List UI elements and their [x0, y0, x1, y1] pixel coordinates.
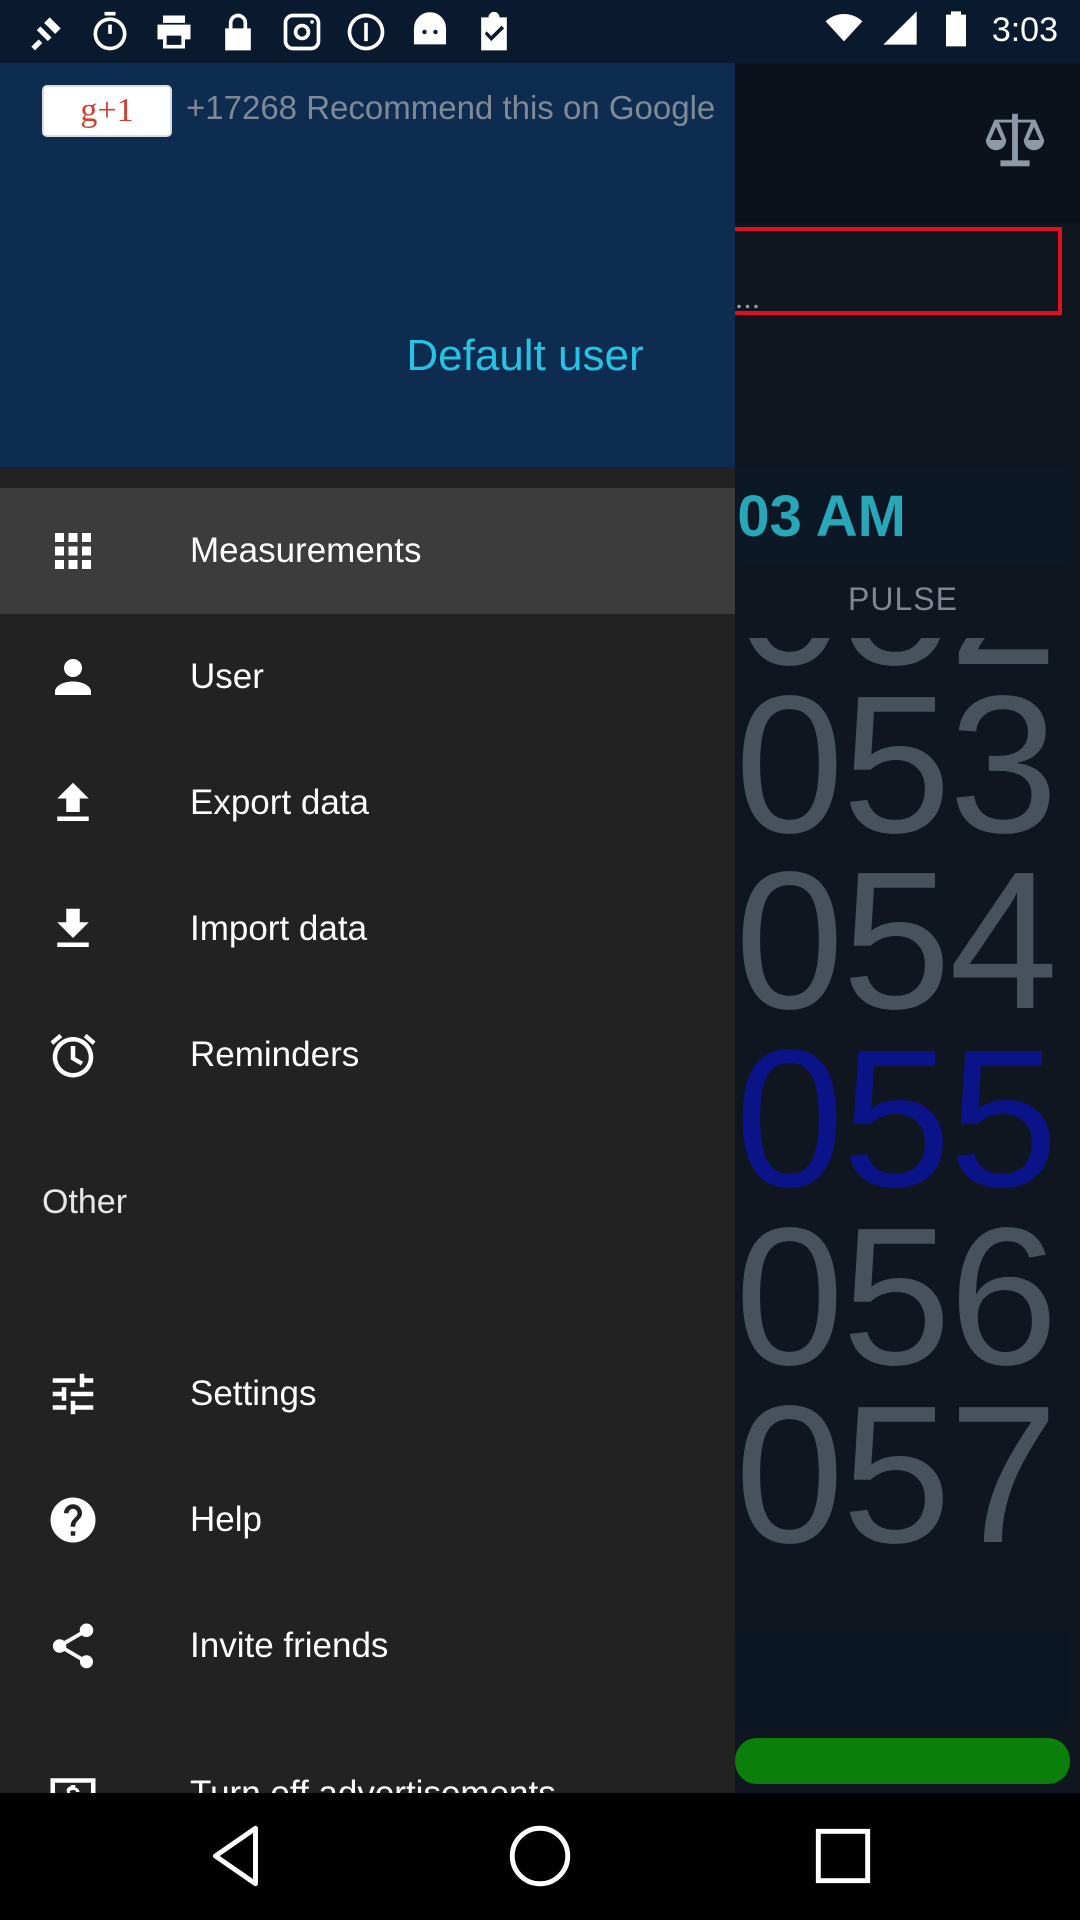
- status-time: 3:03: [991, 10, 1058, 49]
- roller-value: 054: [735, 831, 1058, 1050]
- google-plus-one-button[interactable]: g+1: [42, 85, 172, 137]
- help-icon: [46, 1493, 100, 1547]
- menu-label: Invite friends: [190, 1626, 389, 1665]
- notification-icons: [24, 10, 516, 58]
- info-icon: [344, 10, 388, 58]
- grid-icon: [46, 524, 100, 578]
- alarm-icon: [46, 1028, 100, 1082]
- navigation-drawer: g+1 +17268 Recommend this on Google Defa…: [0, 63, 735, 1813]
- wifi-icon: [824, 8, 864, 52]
- share-icon: [46, 1619, 100, 1673]
- user-name[interactable]: Default user: [0, 331, 1050, 381]
- drawer-header: g+1 +17268 Recommend this on Google Defa…: [0, 63, 735, 467]
- bottom-panel: [735, 1631, 1070, 1726]
- menu-item-help[interactable]: Help: [0, 1457, 735, 1583]
- instagram-icon: [280, 10, 324, 58]
- download-icon: [46, 902, 100, 956]
- pulse-roller[interactable]: 052 053 054 055 056 057: [735, 638, 1080, 1693]
- signal-icon: [880, 8, 920, 52]
- scale-icon[interactable]: [980, 105, 1050, 175]
- menu-label: Settings: [190, 1374, 317, 1413]
- home-icon[interactable]: [503, 1819, 577, 1893]
- field-ellipsis: ...: [735, 278, 761, 316]
- menu-item-import-data[interactable]: Import data: [0, 866, 735, 992]
- roller-value: 053: [735, 655, 1058, 874]
- lock-icon: [216, 10, 260, 58]
- menu-item-reminders[interactable]: Reminders: [0, 992, 735, 1118]
- roller-value: 056: [735, 1187, 1058, 1406]
- sliders-icon: [46, 1367, 100, 1421]
- pulse-label: PULSE: [848, 581, 958, 617]
- battery-icon: [936, 8, 976, 52]
- recents-icon[interactable]: [806, 1819, 880, 1893]
- menu-label: Export data: [190, 783, 369, 822]
- status-bar: 3:03: [0, 0, 1080, 63]
- time-display: :03 AM: [718, 484, 906, 549]
- save-bar[interactable]: [735, 1738, 1070, 1784]
- person-icon: [46, 650, 100, 704]
- timer-icon: [88, 10, 132, 58]
- menu-label: User: [190, 657, 264, 696]
- recommend-text: +17268 Recommend this on Google: [186, 89, 716, 126]
- android-icon: [408, 10, 452, 58]
- menu-item-measurements[interactable]: Measurements: [0, 488, 735, 614]
- menu-item-settings[interactable]: Settings: [0, 1331, 735, 1457]
- section-header-other: Other: [42, 1183, 128, 1221]
- menu-item-export-data[interactable]: Export data: [0, 740, 735, 866]
- system-icons: 3:03: [824, 8, 1058, 52]
- clipboard-check-icon: [472, 10, 516, 58]
- roller-value: 057: [735, 1365, 1058, 1584]
- roller-value-selected: 055: [735, 1009, 1058, 1228]
- menu-label: Help: [190, 1500, 262, 1539]
- menu-item-user[interactable]: User: [0, 614, 735, 740]
- menu-label: Import data: [190, 909, 368, 948]
- satellite-icon: [24, 10, 68, 58]
- back-icon[interactable]: [200, 1819, 274, 1893]
- menu-label: Measurements: [190, 531, 422, 570]
- upload-icon: [46, 776, 100, 830]
- system-nav-bar: [0, 1793, 1080, 1920]
- menu-label: Reminders: [190, 1035, 360, 1074]
- menu-item-invite-friends[interactable]: Invite friends: [0, 1583, 735, 1709]
- print-icon: [152, 10, 196, 58]
